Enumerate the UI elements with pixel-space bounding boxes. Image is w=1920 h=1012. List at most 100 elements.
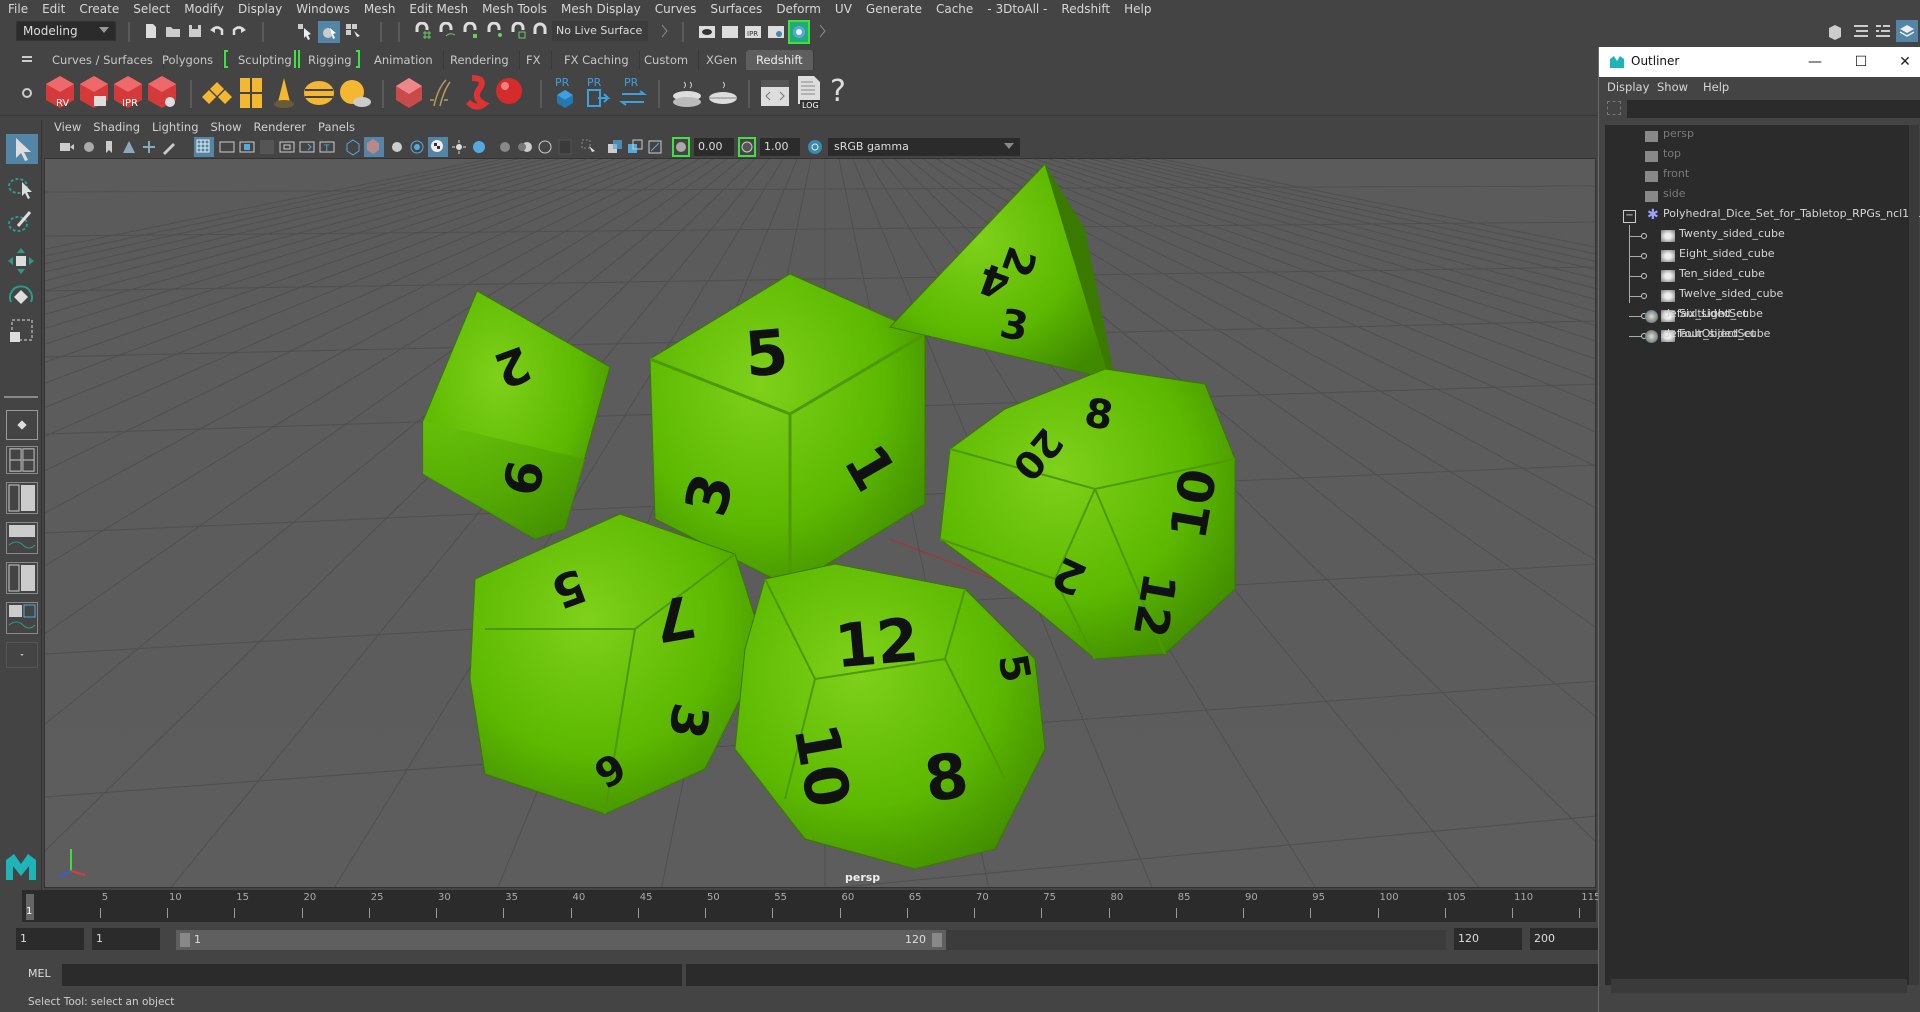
tab-custom[interactable]: Custom (634, 50, 700, 70)
2d-pan-zoom-icon[interactable] (140, 138, 158, 156)
paint-select-tool-button[interactable] (6, 208, 38, 238)
outliner-menu-show[interactable]: Show (1657, 80, 1688, 94)
panel-menu-lighting[interactable]: Lighting (152, 120, 198, 134)
script-language-toggle[interactable]: MEL (28, 967, 51, 980)
motion-blur-icon[interactable] (516, 138, 534, 156)
isolate-select-icon[interactable] (580, 138, 598, 156)
outliner-item-front[interactable]: front (1645, 167, 1689, 187)
depth-of-field-icon[interactable] (556, 138, 574, 156)
menu-mesh-display[interactable]: Mesh Display (561, 2, 641, 16)
menu-3dtoall[interactable]: - 3DtoAll - (987, 2, 1047, 16)
render-view-icon[interactable] (698, 22, 716, 40)
snap-to-view-plane-icon[interactable] (510, 22, 528, 40)
live-surface-field[interactable]: No Live Surface (552, 21, 648, 41)
modeling-toolkit-icon[interactable] (1826, 22, 1844, 40)
save-scene-icon[interactable] (186, 22, 204, 40)
snap-to-grid-icon[interactable] (414, 22, 432, 40)
redshift-area-light-icon[interactable] (202, 80, 232, 108)
xray-active-components-icon[interactable] (626, 138, 644, 156)
new-scene-icon[interactable] (142, 22, 160, 40)
playback-start-field[interactable]: 1 (92, 928, 160, 950)
use-all-lights-icon[interactable] (450, 138, 468, 156)
redshift-pr-export-icon[interactable]: PR (552, 74, 578, 110)
lasso-tool-button[interactable] (6, 172, 38, 202)
outliner-horizontal-scrollbar[interactable] (1611, 979, 1907, 993)
gate-mask-icon[interactable] (258, 138, 276, 156)
time-slider[interactable]: 1 5 10 15 20 25 30 35 40 45 50 55 60 65 70 75 80 85 90 95 1… (22, 890, 1600, 922)
tab-rendering[interactable]: Rendering (440, 50, 520, 70)
tab-animation[interactable]: Animation (364, 50, 444, 70)
tab-rigging[interactable]: Rigging (298, 50, 362, 70)
expand-arrow-icon[interactable] (814, 22, 832, 40)
image-plane-icon[interactable] (120, 138, 138, 156)
outliner-item-mesh[interactable]: Twelve_sided_cube (1629, 287, 1783, 307)
snap-to-projected-center-icon[interactable] (486, 22, 504, 40)
redshift-portal-light-icon[interactable] (238, 76, 264, 110)
redshift-proxy-icon[interactable] (394, 76, 424, 110)
make-live-icon[interactable] (532, 22, 550, 40)
persp-graph-hypershade-layout-button[interactable] (6, 602, 38, 634)
persp-outliner-layout-button[interactable] (6, 482, 38, 514)
snap-to-curve-icon[interactable] (438, 22, 456, 40)
panel-menu-view[interactable]: View (54, 120, 81, 134)
outliner-item-dice-group[interactable]: − ✱ Polyhedral_Dice_Set_for_Tabletop_RPG… (1623, 207, 1920, 227)
animation-start-field[interactable]: 1 (16, 928, 84, 950)
menu-curves[interactable]: Curves (655, 2, 697, 16)
outliner-item-side[interactable]: side (1645, 187, 1686, 207)
menu-deform[interactable]: Deform (776, 2, 821, 16)
hypershade-button[interactable] (788, 20, 810, 44)
select-by-object-active[interactable] (318, 21, 340, 43)
render-settings-icon[interactable] (767, 22, 785, 40)
tab-polygons[interactable]: Polygons (152, 50, 225, 70)
menu-create[interactable]: Create (79, 2, 119, 16)
expand-arrow-icon[interactable] (656, 22, 674, 40)
menu-redshift[interactable]: Redshift (1061, 2, 1110, 16)
persp-graph-layout-button[interactable] (6, 522, 38, 554)
redshift-ipr-icon[interactable]: IPR (112, 74, 144, 110)
redshift-pr-import-icon[interactable]: PR (584, 74, 612, 110)
redshift-volume-icon[interactable] (462, 74, 490, 110)
outliner-item-mesh[interactable]: Twenty_sided_cube (1629, 227, 1785, 247)
redshift-batch-render-icon[interactable] (78, 74, 110, 110)
menu-cache[interactable]: Cache (936, 2, 973, 16)
menu-surfaces[interactable]: Surfaces (710, 2, 762, 16)
grease-pencil-icon[interactable] (160, 138, 178, 156)
scale-tool-button[interactable] (6, 316, 38, 346)
panel-menu-shading[interactable]: Shading (93, 120, 140, 134)
bookmark-icon[interactable] (100, 138, 118, 156)
die-ten-sided[interactable]: 5 7 3 6 (469, 513, 766, 815)
outliner-titlebar[interactable]: Outliner — ☐ ✕ (1599, 47, 1920, 77)
open-scene-icon[interactable] (164, 22, 182, 40)
film-gate-icon[interactable] (218, 138, 236, 156)
current-frame-marker[interactable]: 1 (26, 894, 34, 920)
tab-redshift[interactable]: Redshift (746, 50, 814, 70)
range-start-handle[interactable] (180, 933, 190, 947)
redshift-sun-sky-icon[interactable] (338, 78, 372, 108)
safe-action-icon[interactable] (298, 138, 316, 156)
gamma-toggle[interactable] (738, 137, 756, 157)
exposure-toggle[interactable] (672, 137, 690, 157)
playback-end-field[interactable]: 120 (1454, 928, 1522, 950)
outliner-item-default-object-set[interactable]: defaultObjectSet (1645, 327, 1756, 347)
channel-box-button[interactable] (1896, 20, 1918, 42)
redshift-render-view-icon[interactable]: RV (44, 74, 76, 110)
ipr-render-icon[interactable]: IPR (744, 22, 762, 40)
single-perspective-layout-button[interactable] (6, 410, 38, 440)
shadows-icon[interactable] (470, 138, 488, 156)
outliner-item-mesh[interactable]: Ten_sided_cube (1629, 267, 1765, 287)
close-button[interactable]: ✕ (1895, 52, 1915, 72)
minimize-button[interactable]: — (1805, 52, 1825, 72)
animation-end-field[interactable]: 200 (1530, 928, 1598, 950)
outliner-item-top[interactable]: top (1645, 147, 1681, 167)
smooth-shade-button[interactable] (364, 137, 384, 157)
redshift-hair-icon[interactable] (426, 78, 456, 108)
menu-help[interactable]: Help (1124, 2, 1151, 16)
menu-modify[interactable]: Modify (184, 2, 224, 16)
die-twelve-sided[interactable]: 12 10 8 5 (734, 563, 1046, 870)
layout-more-button[interactable] (6, 642, 38, 668)
help-icon[interactable]: ? (830, 74, 846, 109)
range-end-handle[interactable] (932, 933, 942, 947)
screen-space-ao-icon[interactable] (496, 138, 514, 156)
menu-generate[interactable]: Generate (866, 2, 922, 16)
redshift-physical-sun-icon[interactable] (272, 76, 296, 110)
